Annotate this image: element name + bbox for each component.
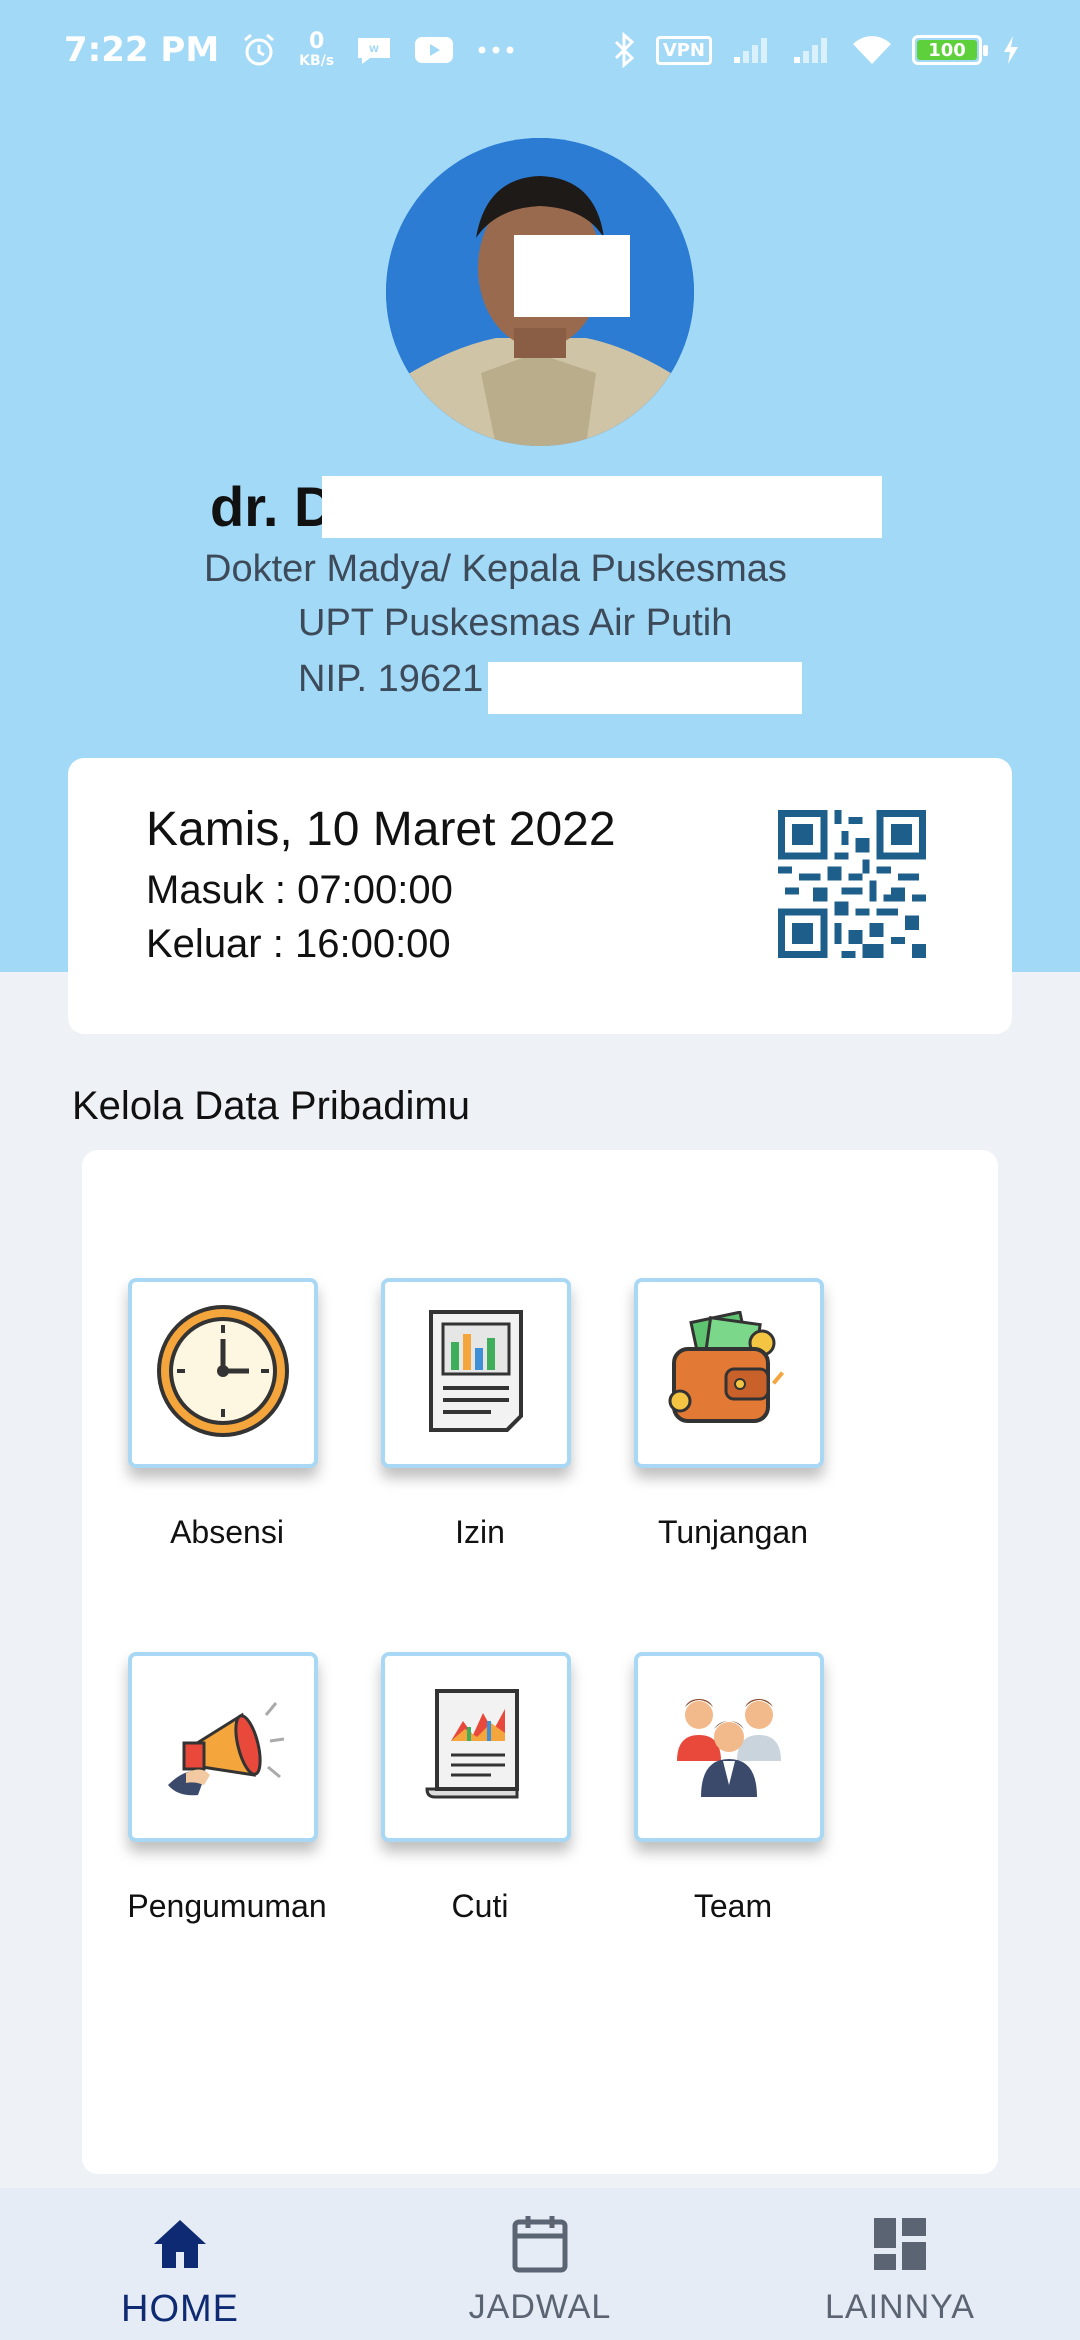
signal-icon [732, 35, 772, 65]
menu-label: Pengumuman [127, 1888, 327, 1924]
nav-home[interactable]: HOME [0, 2188, 360, 2340]
megaphone-icon [158, 1685, 288, 1809]
menu-item-tunjangan[interactable]: Tunjangan [588, 1278, 838, 1578]
calendar-icon [510, 2214, 570, 2274]
home-icon [150, 2214, 210, 2274]
menu-tile[interactable] [128, 1652, 318, 1842]
menu-tile[interactable] [634, 1652, 824, 1842]
grid-icon [870, 2214, 930, 2274]
team-icon [669, 1685, 789, 1809]
youtube-icon [414, 35, 454, 65]
nav-lainnya[interactable]: LAINNYA [720, 2188, 1080, 2340]
user-position: Dokter Madya/ Kepala Puskesmas [204, 548, 787, 590]
nav-jadwal[interactable]: JADWAL [360, 2188, 720, 2340]
section-title: Kelola Data Pribadimu [72, 1084, 470, 1128]
nav-label: LAINNYA [825, 2288, 975, 2326]
menu-label: Cuti [451, 1888, 509, 1924]
menu-label: Tunjangan [657, 1514, 809, 1550]
user-nip: NIP. 19621 [298, 658, 484, 700]
vpn-indicator: VPN [655, 35, 712, 65]
redaction-box [488, 662, 802, 714]
attendance-card: Kamis, 10 Maret 2022 Masuk : 07:00:00 Ke… [68, 758, 1012, 1034]
menu-tile[interactable] [381, 1278, 571, 1468]
profile-avatar[interactable] [386, 138, 694, 446]
nav-label: HOME [121, 2288, 239, 2330]
signal-icon-2 [792, 35, 832, 65]
menu-label: Team [693, 1888, 773, 1924]
check-out-time: Keluar : 16:00:00 [146, 922, 451, 966]
status-bar: 7:22 PM 0 KB/s W VPN 100 [0, 0, 1080, 100]
redaction-box [514, 235, 630, 317]
wallet-icon [664, 1310, 794, 1435]
report-icon [421, 1685, 531, 1809]
bluetooth-icon [612, 32, 636, 68]
redaction-box [322, 476, 882, 538]
qr-code-icon[interactable] [778, 810, 926, 958]
menu-item-team[interactable]: Team [588, 1652, 838, 1952]
user-unit: UPT Puskesmas Air Putih [298, 602, 733, 644]
menu-label: Izin [455, 1514, 505, 1550]
alarm-icon [241, 32, 277, 68]
menu-item-izin[interactable]: Izin [335, 1278, 585, 1578]
nav-label: JADWAL [468, 2288, 612, 2326]
menu-item-cuti[interactable]: Cuti [335, 1652, 585, 1952]
battery-indicator: 100 [912, 35, 988, 65]
menu-tile[interactable] [634, 1278, 824, 1468]
menu-panel: Absensi Izin Tunjangan Pengumuman Cuti T… [82, 1150, 998, 2174]
status-time: 7:22 PM [64, 30, 220, 70]
menu-item-pengumuman[interactable]: Pengumuman [82, 1652, 332, 1952]
menu-tile[interactable] [128, 1278, 318, 1468]
attendance-date: Kamis, 10 Maret 2022 [146, 803, 616, 856]
menu-item-absensi[interactable]: Absensi [82, 1278, 332, 1578]
document-chart-icon [421, 1306, 531, 1440]
clock-icon [155, 1303, 291, 1443]
check-in-time: Masuk : 07:00:00 [146, 868, 453, 912]
user-name: dr. D [210, 475, 335, 538]
charging-icon [1002, 35, 1020, 65]
webtoon-icon: W [356, 34, 392, 66]
bottom-nav: HOME JADWAL LAINNYA [0, 2188, 1080, 2340]
menu-label: Absensi [170, 1514, 284, 1550]
wifi-icon [852, 34, 892, 66]
network-speed: 0 KB/s [299, 29, 335, 70]
more-icon [476, 45, 516, 55]
svg-text:W: W [369, 45, 379, 55]
menu-tile[interactable] [381, 1652, 571, 1842]
